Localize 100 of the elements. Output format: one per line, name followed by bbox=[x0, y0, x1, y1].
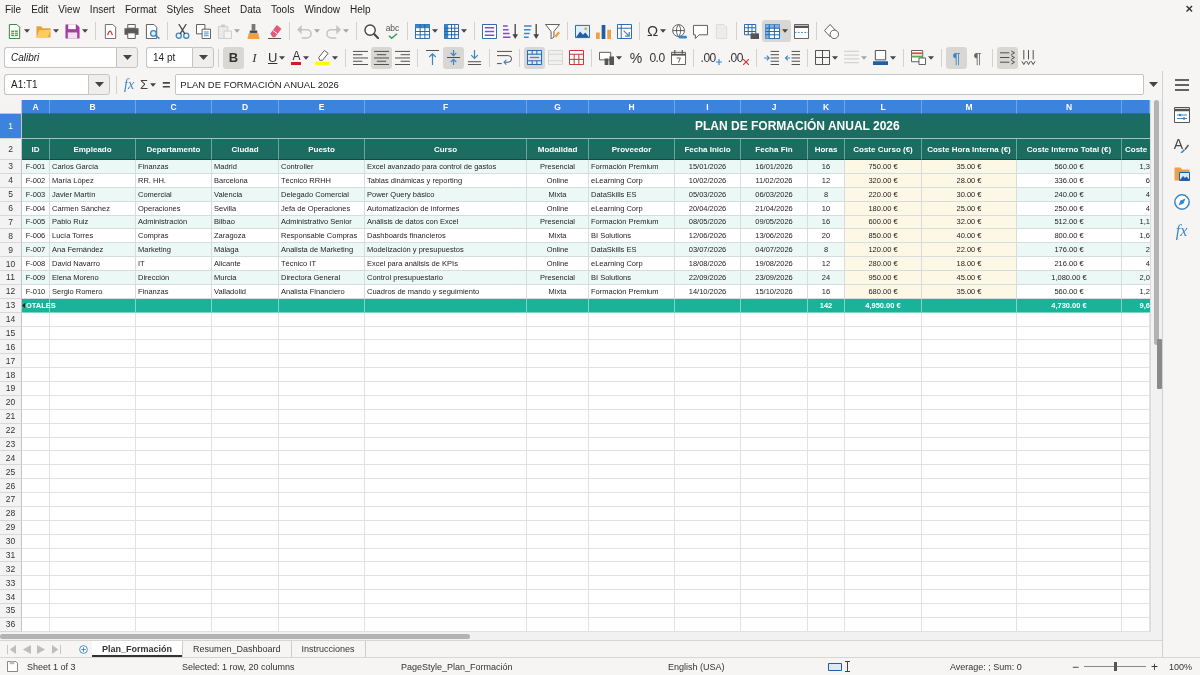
zoom-in-button[interactable]: + bbox=[1151, 660, 1159, 673]
font-name-field[interactable]: Calibri bbox=[4, 47, 116, 68]
column-header[interactable]: N bbox=[1017, 100, 1122, 114]
font-name-dropdown[interactable] bbox=[116, 47, 138, 68]
row-header[interactable]: 32 bbox=[0, 562, 22, 577]
scrollbar-thumb[interactable] bbox=[1154, 100, 1159, 345]
row-header[interactable]: 18 bbox=[0, 368, 22, 382]
sidebar-collapse-handle[interactable] bbox=[1157, 339, 1162, 389]
close-document-button[interactable]: × bbox=[1182, 2, 1196, 16]
row-header[interactable]: 33 bbox=[0, 576, 22, 591]
row-header[interactable]: 3 bbox=[0, 160, 22, 174]
column-header[interactable]: K bbox=[808, 100, 845, 114]
column-header[interactable]: J bbox=[741, 100, 808, 114]
row-header[interactable]: 24 bbox=[0, 451, 22, 466]
scissors-icon bbox=[175, 23, 190, 39]
menu-item[interactable]: Data bbox=[234, 3, 267, 15]
caret-icon bbox=[927, 55, 934, 60]
column-header[interactable]: D bbox=[212, 100, 279, 114]
list-box-icon bbox=[482, 23, 497, 39]
caret-icon bbox=[122, 55, 132, 60]
table-icon bbox=[444, 23, 459, 39]
bold-button[interactable]: B bbox=[223, 46, 244, 69]
menu-item[interactable]: Window bbox=[299, 3, 345, 15]
row-header[interactable]: 35 bbox=[0, 604, 22, 618]
special-character-button[interactable]: Ω bbox=[644, 20, 670, 42]
row-header[interactable]: 9 bbox=[0, 243, 22, 258]
column-header[interactable]: B bbox=[50, 100, 136, 114]
caret-icon bbox=[53, 29, 59, 33]
italic-button[interactable]: I bbox=[244, 46, 265, 69]
align-middle-button[interactable] bbox=[443, 46, 465, 69]
percent-format-button[interactable]: % bbox=[625, 46, 647, 69]
column-header[interactable]: E bbox=[279, 100, 365, 114]
menu-item[interactable]: Insert bbox=[84, 3, 120, 15]
sheet-tab[interactable]: Instrucciones bbox=[291, 641, 366, 657]
column-title: Fecha Inicio bbox=[675, 139, 741, 160]
menu-item[interactable]: Sheet bbox=[198, 3, 235, 15]
menu-item[interactable]: Help bbox=[345, 3, 376, 15]
column-header[interactable]: A bbox=[22, 100, 50, 114]
freeze-button[interactable] bbox=[762, 20, 792, 42]
table-arrow-icon bbox=[617, 23, 632, 39]
menu-item[interactable]: File bbox=[0, 3, 27, 15]
row-header[interactable]: 16 bbox=[0, 340, 22, 355]
row-header[interactable]: 19 bbox=[0, 382, 22, 396]
column-header[interactable]: H bbox=[589, 100, 675, 114]
right-to-left-button[interactable]: ¶ bbox=[966, 46, 988, 69]
row-header[interactable]: 2 bbox=[0, 139, 22, 160]
column-header[interactable]: M bbox=[922, 100, 1017, 114]
slider-thumb[interactable] bbox=[1114, 662, 1117, 671]
row-header[interactable]: 17 bbox=[0, 354, 22, 369]
column-header[interactable]: F bbox=[365, 100, 527, 114]
align-center-button[interactable] bbox=[371, 46, 393, 69]
row-header[interactable]: 8 bbox=[0, 229, 22, 244]
column-header[interactable]: L bbox=[845, 100, 922, 114]
function-wizard-button[interactable]: fx bbox=[121, 74, 138, 95]
menu-item[interactable]: Styles bbox=[161, 3, 199, 15]
number-format-button[interactable]: 0.0 bbox=[646, 46, 668, 69]
row-header[interactable]: 34 bbox=[0, 590, 22, 604]
row-header[interactable]: 27 bbox=[0, 493, 22, 507]
name-box-dropdown[interactable] bbox=[88, 74, 110, 95]
column-title: Fecha Fin bbox=[741, 139, 808, 160]
name-box[interactable]: A1:T1 bbox=[4, 74, 88, 95]
row-header[interactable]: 25 bbox=[0, 465, 22, 480]
vertical-scrollbar[interactable] bbox=[1150, 100, 1162, 632]
delete-decimal-button[interactable]: .00 bbox=[724, 46, 752, 69]
functions-button[interactable]: fx bbox=[1169, 219, 1194, 243]
font-size-dropdown[interactable] bbox=[192, 47, 214, 68]
zoom-out-button[interactable]: − bbox=[1072, 660, 1079, 673]
menu-item[interactable]: View bbox=[53, 3, 85, 15]
column-header[interactable]: C bbox=[136, 100, 212, 114]
styles-button[interactable]: A bbox=[1169, 132, 1194, 156]
sheet-tab[interactable]: Resumen_Dashboard bbox=[183, 641, 292, 657]
merge-center-button[interactable] bbox=[524, 46, 546, 69]
eraser-icon bbox=[267, 23, 282, 39]
row-header[interactable]: 1 bbox=[0, 114, 22, 139]
triangle-left-icon bbox=[22, 644, 31, 654]
borders-icon bbox=[814, 50, 830, 65]
formula-input[interactable]: PLAN DE FORMACIÓN ANUAL 2026 bbox=[175, 74, 1144, 95]
menu-item[interactable]: Tools bbox=[266, 3, 300, 15]
column-header[interactable]: I bbox=[675, 100, 741, 114]
column-header[interactable]: G bbox=[527, 100, 589, 114]
add-decimal-button[interactable]: .00 bbox=[697, 46, 725, 69]
menu-item[interactable]: Edit bbox=[26, 3, 54, 15]
font-color-button[interactable]: A bbox=[288, 46, 313, 69]
scrollbar-thumb[interactable] bbox=[0, 633, 470, 639]
font-size-field[interactable]: 14 pt bbox=[146, 47, 192, 68]
wrap-lines-icon bbox=[497, 50, 513, 65]
row-header[interactable]: 11 bbox=[0, 271, 22, 285]
sum-button[interactable]: Σ bbox=[137, 74, 160, 95]
row-header[interactable]: 10 bbox=[0, 257, 22, 271]
table-block-icon bbox=[744, 23, 760, 39]
caret-icon bbox=[332, 55, 339, 60]
menu-item[interactable]: Format bbox=[119, 3, 162, 15]
formula-button[interactable]: = bbox=[159, 74, 174, 95]
text-horizontal-button[interactable] bbox=[996, 46, 1018, 69]
line-styles-icon bbox=[843, 50, 859, 65]
underline-button[interactable]: U bbox=[265, 46, 289, 69]
row-header[interactable]: 26 bbox=[0, 479, 22, 493]
spelling-button[interactable]: abc bbox=[382, 20, 403, 42]
horizontal-scrollbar[interactable] bbox=[0, 632, 1162, 640]
sheet-tab[interactable]: Plan_Formación bbox=[92, 641, 184, 657]
